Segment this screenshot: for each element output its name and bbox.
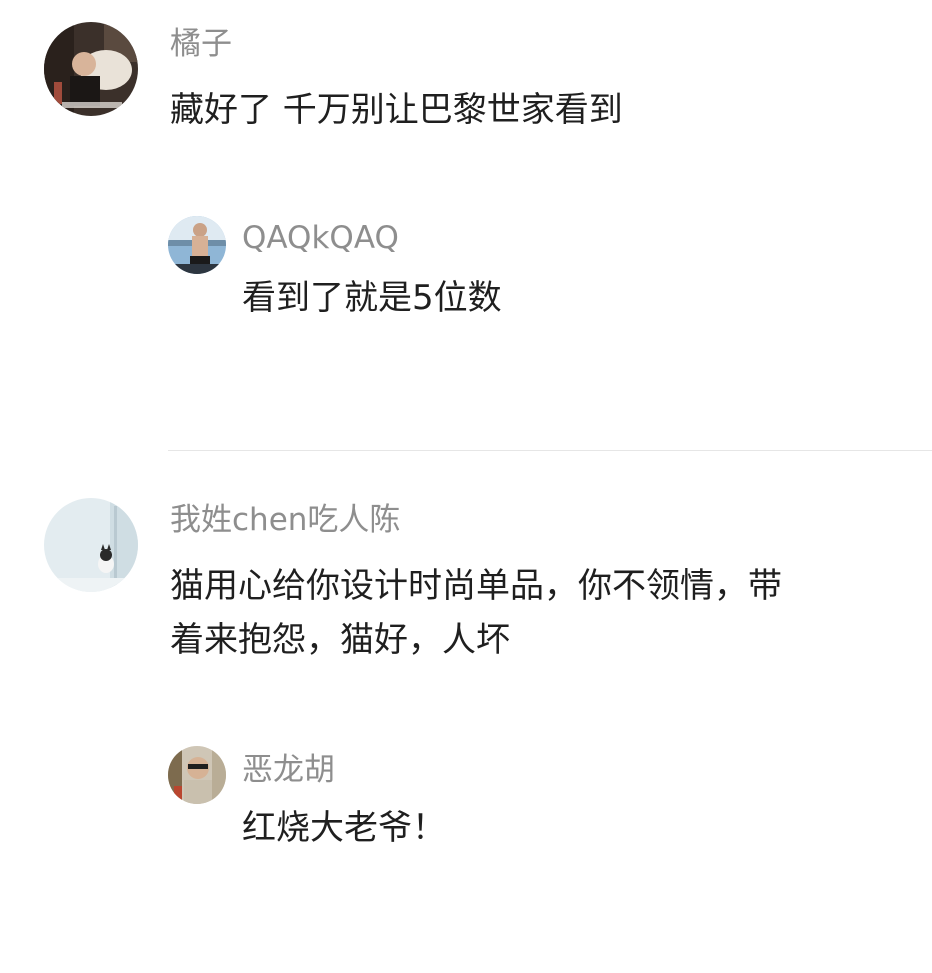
reply-text: 看到了就是5位数 [242,278,502,318]
comment-text-line-1: 猫用心给你设计时尚单品，你不领情，带 [170,566,782,606]
comment-text: 藏好了 千万别让巴黎世家看到 [170,90,623,130]
divider [168,450,932,451]
reply-username[interactable]: QAQkQAQ [242,218,399,258]
reply-avatar-image [168,216,226,274]
comment-username[interactable]: 橘子 [170,24,232,64]
reply-avatar-image [168,746,226,804]
cat-at-window-avatar-icon[interactable] [44,498,138,592]
avatar-image [44,22,138,116]
comment-thread-1: 橘子 藏好了 千万别让巴黎世家看到 QAQkQAQ 看到了就是5位数 [0,0,932,452]
person-with-sunglasses-avatar-icon[interactable] [168,746,226,804]
comment-text-line-2: 着来抱怨，猫好，人坏 [170,620,510,660]
reply-username[interactable]: 恶龙胡 [242,750,335,790]
person-with-dog-avatar-icon[interactable] [44,22,138,116]
avatar-image [44,498,138,592]
person-at-beach-avatar-icon[interactable] [168,216,226,274]
comment-username[interactable]: 我姓chen吃人陈 [170,500,400,540]
reply-text: 红烧大老爷！ [242,808,446,848]
comment-thread-2: 我姓chen吃人陈 猫用心给你设计时尚单品，你不领情，带 着来抱怨，猫好，人坏 … [0,452,932,973]
